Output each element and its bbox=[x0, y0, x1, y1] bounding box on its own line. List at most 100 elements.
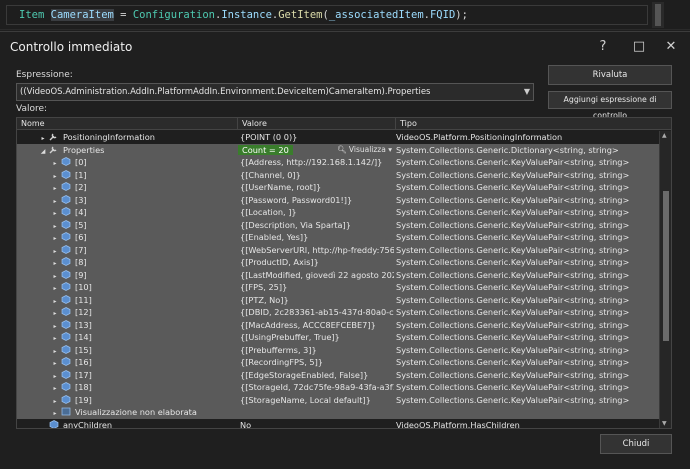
cube-icon bbox=[47, 419, 63, 428]
row-type bbox=[396, 406, 660, 419]
row-type: System.Collections.Generic.KeyValuePair<… bbox=[396, 182, 630, 192]
grid-row[interactable]: ▸ [11] {[PTZ, No]} System.Collections.Gener… bbox=[17, 293, 660, 307]
chevron-down-icon[interactable]: ▼ bbox=[524, 84, 530, 100]
expander-icon[interactable]: ▸ bbox=[51, 233, 59, 244]
row-name: [1] bbox=[75, 169, 87, 180]
grid-row[interactable]: ▸ [8] {[ProductID, Axis]} System.Collection… bbox=[17, 256, 660, 269]
expander-icon[interactable]: ▸ bbox=[51, 383, 59, 394]
expander-icon[interactable]: ▸ bbox=[51, 333, 59, 344]
code-line[interactable]: Item CameraItem = Configuration.Instance… bbox=[6, 5, 648, 25]
expander-icon[interactable]: ▸ bbox=[39, 133, 47, 144]
grid-row[interactable]: ▸ [17] {[EdgeStorageEnabled, False]} System… bbox=[17, 368, 660, 382]
row-value-cell: {[PTZ, No]} bbox=[238, 294, 394, 307]
cube-icon bbox=[59, 319, 75, 330]
expander-icon[interactable]: ▸ bbox=[51, 196, 59, 207]
grid-row[interactable]: ◢ Properties Count = 20 🔍︎ Visualizza ▾ Syst… bbox=[17, 143, 660, 157]
editor-scrollbar[interactable] bbox=[652, 2, 664, 28]
visualize-button[interactable]: 🔍︎ Visualizza ▾ bbox=[337, 144, 392, 156]
wrench-icon bbox=[47, 132, 63, 142]
grid-row[interactable]: ▸ [9] {[LastModified, giovedì 22 agosto 20… bbox=[17, 268, 660, 282]
row-name: [0] bbox=[75, 157, 87, 167]
expander-icon[interactable]: ▸ bbox=[51, 208, 59, 219]
row-name: [14] bbox=[75, 332, 92, 342]
grid-row[interactable]: ▸ [16] {[RecordingFPS, 5]} System.Collectio… bbox=[17, 356, 660, 369]
wrench-icon bbox=[47, 145, 63, 155]
grid-row[interactable]: ▸ PositioningInformation {POINT (0 0)} Vide… bbox=[17, 131, 660, 144]
help-button[interactable]: ? bbox=[592, 37, 614, 57]
grid-row[interactable]: ▸ [6] {[Enabled, Yes]} System.Collections.G… bbox=[17, 231, 660, 244]
row-type: System.Collections.Generic.KeyValuePair<… bbox=[396, 194, 630, 205]
expander-icon[interactable]: ▸ bbox=[51, 258, 59, 269]
row-name: [8] bbox=[75, 257, 87, 267]
grid-row[interactable]: ▸ Visualizzazione non elaborata bbox=[17, 406, 660, 419]
chevron-down-icon[interactable]: ▾ bbox=[386, 145, 392, 154]
row-name: [15] bbox=[75, 344, 92, 355]
expander-icon[interactable]: ▸ bbox=[51, 371, 59, 382]
expander-icon[interactable]: ▸ bbox=[51, 296, 59, 307]
grid-row[interactable]: ▸ [3] {[Password, Password01!]} System.Coll… bbox=[17, 193, 660, 207]
add-watch-button[interactable]: Aggiungi espressione di controllo bbox=[548, 91, 672, 120]
expander-icon[interactable]: ▸ bbox=[51, 321, 59, 332]
header-value[interactable]: Valore bbox=[238, 118, 396, 130]
row-name-cell: ▸ [15] bbox=[17, 344, 236, 357]
row-type: System.Collections.Generic.KeyValuePair<… bbox=[396, 307, 630, 317]
expander-icon[interactable]: ▸ bbox=[51, 283, 59, 294]
grid-row[interactable]: ▸ [4] {[Location, ]} System.Collections.Gen… bbox=[17, 206, 660, 219]
row-name-cell: ▸ [10] bbox=[17, 281, 236, 294]
header-name[interactable]: Nome bbox=[17, 118, 238, 130]
row-type: System.Collections.Generic.KeyValuePair<… bbox=[396, 219, 630, 230]
grid-row[interactable]: anyChildren No VideoOS.Platform.HasChildre… bbox=[17, 419, 660, 429]
expander-icon[interactable]: ▸ bbox=[51, 183, 59, 194]
editor-scrollbar-thumb[interactable] bbox=[655, 4, 661, 26]
grid-row[interactable]: ▸ [19] {[StorageName, Local default]} Syste… bbox=[17, 393, 660, 407]
grid-row[interactable]: ▸ [1] {[Channel, 0]} System.Collections.Gen… bbox=[17, 168, 660, 182]
close-dialog-button[interactable]: Chiudi bbox=[600, 434, 672, 454]
row-value: {POINT (0 0)} bbox=[240, 132, 298, 142]
row-value-cell: {[StorageName, Local default]} bbox=[238, 394, 394, 407]
expander-icon[interactable]: ▸ bbox=[51, 171, 59, 182]
code-field: _associatedItem bbox=[328, 9, 424, 21]
code-method: GetItem bbox=[278, 9, 323, 21]
grid-row[interactable]: ▸ [15] {[Prebufferms, 3]} System.Collection… bbox=[17, 343, 660, 357]
expander-icon[interactable]: ▸ bbox=[51, 346, 59, 357]
row-value-cell: {[FPS, 25]} bbox=[238, 281, 394, 294]
grid-row[interactable]: ▸ [7] {[WebServerURI, http://hp-freddy:756… bbox=[17, 243, 660, 257]
grid-row[interactable]: ▸ [2] {[UserName, root]} System.Collections… bbox=[17, 181, 660, 194]
grid-row[interactable]: ▸ [10] {[FPS, 25]} System.Collections.Gener… bbox=[17, 281, 660, 294]
expander-icon[interactable]: ▸ bbox=[51, 358, 59, 369]
expander-icon[interactable]: ▸ bbox=[51, 396, 59, 407]
cube-icon bbox=[59, 257, 75, 267]
scroll-down-icon[interactable]: ▼ bbox=[662, 420, 667, 427]
expression-input[interactable]: ((VideoOS.Administration.AddIn.PlatformA… bbox=[16, 83, 534, 101]
reevaluate-button[interactable]: Rivaluta bbox=[548, 65, 672, 85]
grid-row[interactable]: ▸ [12] {[DBID, 2c283361-ab15-437d-80a0-cb.… bbox=[17, 306, 660, 319]
grid-row[interactable]: ▸ [18] {[StorageId, 72dc75fe-98a9-43fa-a3f… bbox=[17, 381, 660, 394]
row-name-cell: ▸ [17] bbox=[17, 369, 236, 382]
expander-icon[interactable]: ▸ bbox=[51, 271, 59, 282]
expander-icon[interactable]: ▸ bbox=[51, 221, 59, 232]
row-value-cell: No bbox=[238, 419, 394, 429]
row-value-cell: {POINT (0 0)} bbox=[238, 131, 394, 144]
grid-scrollbar-thumb[interactable] bbox=[663, 191, 669, 341]
expander-icon[interactable]: ◢ bbox=[39, 146, 47, 157]
row-name-cell: ▸ [9] bbox=[17, 269, 236, 282]
expander-icon[interactable]: ▸ bbox=[51, 408, 59, 419]
scroll-up-icon[interactable]: ▲ bbox=[662, 132, 667, 139]
expander-icon[interactable]: ▸ bbox=[51, 308, 59, 319]
grid-row[interactable]: ▸ [14] {[UsingPrebuffer, True]} System.Coll… bbox=[17, 331, 660, 344]
code-editor-strip: Item CameraItem = Configuration.Instance… bbox=[0, 0, 690, 30]
grid-row[interactable]: ▸ [0] {[Address, http://192.168.1.142/]} Sy… bbox=[17, 156, 660, 169]
close-icon[interactable]: ✕ bbox=[660, 37, 682, 57]
grid-row[interactable]: ▸ [13] {[MacAddress, ACCC8EFCEBE7]} System.… bbox=[17, 318, 660, 332]
row-value: {[LastModified, giovedì 22 agosto 202... bbox=[240, 269, 394, 280]
expander-icon[interactable]: ▸ bbox=[51, 246, 59, 257]
maximize-button[interactable]: □ bbox=[628, 37, 650, 57]
row-name-cell: ▸ [12] bbox=[17, 306, 236, 319]
expander-icon[interactable]: ▸ bbox=[51, 158, 59, 169]
cube-icon bbox=[59, 282, 75, 292]
row-value: {[Enabled, Yes]} bbox=[240, 232, 309, 242]
grid-row[interactable]: ▸ [5] {[Description, Via Sparta]} System.Co… bbox=[17, 218, 660, 232]
header-type[interactable]: Tipo bbox=[396, 118, 671, 130]
grid-scrollbar[interactable]: ▲ ▼ bbox=[659, 131, 671, 428]
row-value-cell: {[MacAddress, ACCC8EFCEBE7]} bbox=[238, 319, 394, 332]
